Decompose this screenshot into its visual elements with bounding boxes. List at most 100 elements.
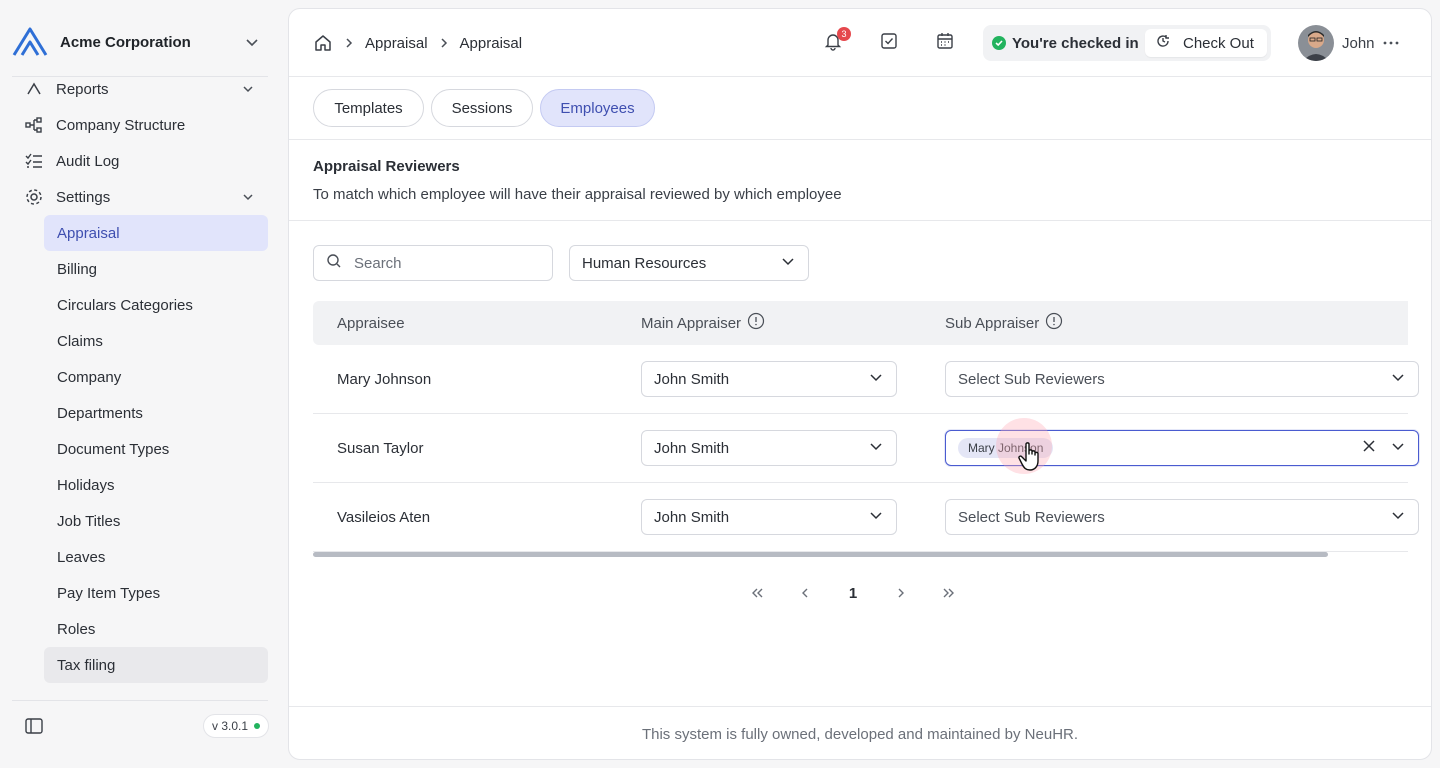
sidebar-item-claims[interactable]: Claims — [44, 323, 268, 359]
checkbox-icon — [879, 31, 899, 56]
checklist-icon — [24, 151, 44, 171]
sub-appraiser-select[interactable]: Select Sub Reviewers — [945, 499, 1419, 535]
next-page-icon[interactable] — [889, 581, 913, 605]
tabs: Templates Sessions Employees — [289, 77, 1431, 140]
first-page-icon[interactable] — [745, 581, 769, 605]
pagination: 1 — [745, 581, 961, 605]
checkin-status-label: You're checked in — [1012, 34, 1139, 52]
main-appraiser-value: John Smith — [654, 370, 730, 388]
department-select[interactable]: Human Resources — [569, 245, 809, 281]
sidebar-item-holidays[interactable]: Holidays — [44, 467, 268, 503]
version-badge: v 3.0.1 — [203, 714, 270, 738]
sidebar-item-document-types[interactable]: Document Types — [44, 431, 268, 467]
column-header-label: Sub Appraiser — [945, 314, 1040, 332]
checkin-panel: You're checked in Check Out — [983, 25, 1271, 61]
sidebar-nav: Reports Company Structure Audit Log Sett… — [12, 71, 268, 697]
check-out-button[interactable]: Check Out — [1145, 29, 1267, 57]
main-appraiser-value: John Smith — [654, 508, 730, 526]
section-title: Appraisal Reviewers — [313, 158, 460, 175]
divider — [12, 76, 268, 77]
table-header: Appraisee Main Appraiser Sub Appraiser — [313, 301, 1408, 345]
chevron-down-icon — [780, 253, 796, 273]
user-menu[interactable]: John — [1298, 25, 1401, 61]
avatar — [1298, 25, 1334, 61]
sidebar-item-leaves[interactable]: Leaves — [44, 539, 268, 575]
search-field[interactable] — [313, 245, 553, 281]
sidebar-item-roles[interactable]: Roles — [44, 611, 268, 647]
appraisee-name: Vasileios Aten — [337, 508, 431, 526]
calendar-button[interactable] — [933, 31, 957, 55]
sidebar-item-circulars-categories[interactable]: Circulars Categories — [44, 287, 268, 323]
org-chart-icon — [24, 115, 44, 135]
topbar: Appraisal Appraisal 3 You're checked in … — [289, 9, 1431, 77]
sidebar-item-appraisal[interactable]: Appraisal — [44, 215, 268, 251]
info-icon[interactable] — [747, 312, 765, 334]
sub-appraiser-select[interactable]: Select Sub Reviewers — [945, 361, 1419, 397]
column-header-label: Main Appraiser — [641, 314, 742, 332]
sidebar-item-label: Audit Log — [56, 152, 120, 170]
chevron-right-icon — [343, 37, 355, 49]
calendar-icon — [935, 31, 955, 56]
sidebar-item-label: Company Structure — [56, 116, 186, 134]
company-logo — [12, 24, 48, 60]
user-name: John — [1342, 34, 1375, 52]
sidebar-item-settings[interactable]: Settings — [12, 179, 268, 215]
settings-submenu: Appraisal Billing Circulars Categories C… — [44, 215, 268, 683]
main-appraiser-select[interactable]: John Smith — [641, 430, 897, 466]
column-header-appraisee: Appraisee — [337, 314, 405, 332]
main-appraiser-value: John Smith — [654, 439, 730, 457]
divider — [12, 700, 268, 701]
search-input[interactable] — [354, 254, 534, 272]
section-header: Appraisal Reviewers To match which emplo… — [289, 140, 1431, 221]
main-panel: Appraisal Appraisal 3 You're checked in … — [288, 8, 1432, 760]
version-label: v 3.0.1 — [212, 719, 249, 733]
sub-appraiser-select[interactable]: Mary Johnson — [945, 430, 1419, 466]
sidebar-item-pay-item-types[interactable]: Pay Item Types — [44, 575, 268, 611]
tab-templates[interactable]: Templates — [313, 89, 424, 127]
chevron-down-icon — [868, 438, 884, 458]
org-name: Acme Corporation — [60, 33, 191, 51]
sidebar-item-company[interactable]: Company — [44, 359, 268, 395]
clock-out-icon — [1155, 33, 1171, 53]
check-out-label: Check Out — [1183, 34, 1254, 52]
previous-page-icon[interactable] — [793, 581, 817, 605]
org-switcher[interactable]: Acme Corporation — [12, 24, 272, 60]
breadcrumb-item[interactable]: Appraisal — [365, 35, 428, 52]
status-dot — [254, 723, 261, 729]
sidebar-toggle-icon[interactable] — [22, 714, 46, 738]
sidebar-item-company-structure[interactable]: Company Structure — [12, 107, 268, 143]
sidebar-item-job-titles[interactable]: Job Titles — [44, 503, 268, 539]
chevron-down-icon — [238, 187, 258, 207]
home-icon[interactable] — [313, 33, 333, 53]
breadcrumb: Appraisal Appraisal — [313, 31, 522, 55]
main-appraiser-select[interactable]: John Smith — [641, 361, 897, 397]
sidebar-item-departments[interactable]: Departments — [44, 395, 268, 431]
search-icon — [326, 253, 342, 274]
table-row: Vasileios Aten John Smith Select Sub Rev… — [313, 483, 1419, 552]
sidebar: Acme Corporation Reports Company Structu… — [0, 0, 280, 768]
checkin-status: You're checked in — [983, 35, 1141, 52]
sub-appraiser-placeholder: Select Sub Reviewers — [958, 508, 1105, 526]
gear-icon — [24, 187, 44, 207]
sidebar-item-billing[interactable]: Billing — [44, 251, 268, 287]
sub-appraiser-placeholder: Select Sub Reviewers — [958, 370, 1105, 388]
current-page[interactable]: 1 — [841, 581, 865, 605]
notifications-button[interactable]: 3 — [821, 27, 851, 55]
table-row: Susan Taylor John Smith Mary Johnson — [313, 414, 1419, 483]
tasks-button[interactable] — [877, 31, 901, 55]
tab-sessions[interactable]: Sessions — [431, 89, 533, 127]
info-icon[interactable] — [1045, 312, 1063, 334]
sidebar-item-tax-filing[interactable]: Tax filing — [44, 647, 268, 683]
section-subtitle: To match which employee will have their … — [313, 186, 842, 203]
notification-count-badge: 3 — [837, 27, 851, 41]
tab-employees[interactable]: Employees — [540, 89, 655, 127]
last-page-icon[interactable] — [937, 581, 961, 605]
more-horizontal-icon[interactable] — [1381, 33, 1401, 53]
horizontal-scrollbar[interactable] — [313, 552, 1328, 557]
sidebar-item-audit-log[interactable]: Audit Log — [12, 143, 268, 179]
clear-icon[interactable] — [1362, 439, 1376, 457]
main-appraiser-select[interactable]: John Smith — [641, 499, 897, 535]
chevron-down-icon — [868, 369, 884, 389]
footer-text: This system is fully owned, developed an… — [641, 725, 1079, 743]
selected-reviewer-chip[interactable]: Mary Johnson — [958, 438, 1054, 458]
